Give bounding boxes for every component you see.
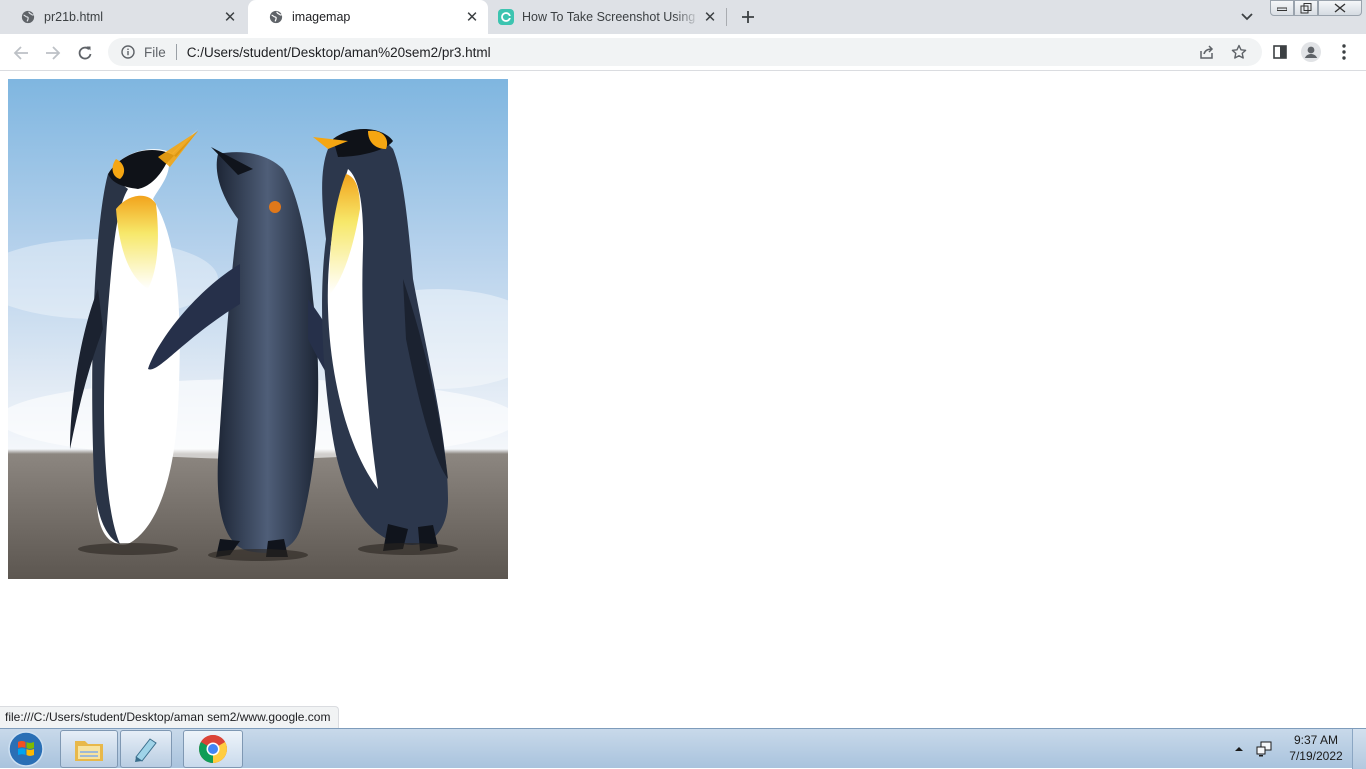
taskbar-explorer[interactable]	[60, 730, 118, 768]
arrow-right-icon	[46, 46, 61, 60]
url-text[interactable]: C:/Users/student/Desktop/aman%20sem2/pr3…	[187, 45, 491, 60]
omnibox-divider	[175, 44, 177, 60]
network-icon[interactable]	[1256, 729, 1272, 769]
close-icon	[1334, 3, 1346, 13]
folder-icon	[75, 741, 103, 761]
show-desktop-button[interactable]	[1352, 729, 1366, 769]
system-clock[interactable]: 9:37 AM 7/19/2022	[1282, 732, 1350, 764]
arrow-left-icon	[13, 46, 28, 60]
side-panel-icon	[1273, 45, 1287, 59]
tab-title: How To Take Screenshot Using Ke	[522, 10, 700, 24]
bookmark-star-icon[interactable]	[1230, 43, 1248, 61]
tab-pr21b[interactable]: pr21b.html ✕	[0, 0, 246, 34]
page-content	[0, 71, 1366, 728]
menu-button[interactable]	[1334, 42, 1354, 62]
taskbar-chrome[interactable]	[183, 730, 243, 768]
taskbar-notepad[interactable]	[120, 730, 172, 768]
restore-icon	[1300, 2, 1312, 13]
tab-screenshot-article[interactable]: How To Take Screenshot Using Ke ✕	[490, 0, 726, 34]
plus-icon	[742, 11, 754, 23]
new-tab-button[interactable]	[736, 5, 760, 29]
chevron-up-icon	[1235, 747, 1243, 751]
scheme-label: File	[144, 44, 166, 60]
back-button[interactable]	[7, 39, 35, 67]
close-tab-icon[interactable]: ✕	[462, 7, 482, 27]
tab-strip: pr21b.html ✕ imagemap ✕ How To Take Scre…	[0, 0, 1366, 34]
minimize-icon	[1277, 7, 1287, 11]
close-tab-icon[interactable]: ✕	[700, 7, 720, 27]
globe-icon	[20, 9, 36, 25]
globe-icon	[268, 9, 284, 25]
windows-taskbar: 9:37 AM 7/19/2022	[0, 728, 1366, 769]
clock-date: 7/19/2022	[1289, 749, 1343, 763]
reload-icon	[78, 46, 92, 60]
start-button[interactable]	[4, 730, 48, 768]
link-status-bubble: file:///C:/Users/student/Desktop/aman se…	[0, 706, 340, 728]
chrome-icon	[199, 735, 227, 763]
clock-time: 9:37 AM	[1293, 733, 1339, 747]
forward-button[interactable]	[39, 39, 67, 67]
close-tab-icon[interactable]: ✕	[220, 7, 240, 27]
profile-button[interactable]	[1301, 42, 1321, 62]
side-panel-button[interactable]	[1270, 42, 1290, 62]
close-window-button[interactable]	[1318, 0, 1362, 16]
penguin-image[interactable]	[8, 79, 508, 579]
minimize-button[interactable]	[1270, 0, 1294, 16]
show-hidden-icons-button[interactable]	[1234, 729, 1244, 769]
tab-title: pr21b.html	[44, 10, 104, 24]
info-icon[interactable]	[120, 44, 136, 60]
windows-logo-icon	[8, 731, 44, 767]
avatar-icon	[1301, 42, 1321, 62]
restore-button[interactable]	[1294, 0, 1318, 16]
tab-search-button[interactable]	[1236, 6, 1258, 28]
reload-button[interactable]	[71, 39, 99, 67]
chevron-down-icon	[1241, 13, 1253, 21]
share-icon[interactable]	[1198, 43, 1216, 61]
clipchamp-icon	[498, 9, 514, 25]
kebab-menu-icon	[1342, 44, 1346, 60]
tab-imagemap[interactable]: imagemap ✕	[248, 0, 488, 34]
browser-toolbar: File C:/Users/student/Desktop/aman%20sem…	[0, 34, 1366, 71]
tab-title: imagemap	[292, 10, 351, 24]
address-bar[interactable]: File C:/Users/student/Desktop/aman%20sem…	[108, 38, 1262, 66]
tab-separator	[726, 8, 727, 26]
notepad-icon	[135, 738, 157, 762]
